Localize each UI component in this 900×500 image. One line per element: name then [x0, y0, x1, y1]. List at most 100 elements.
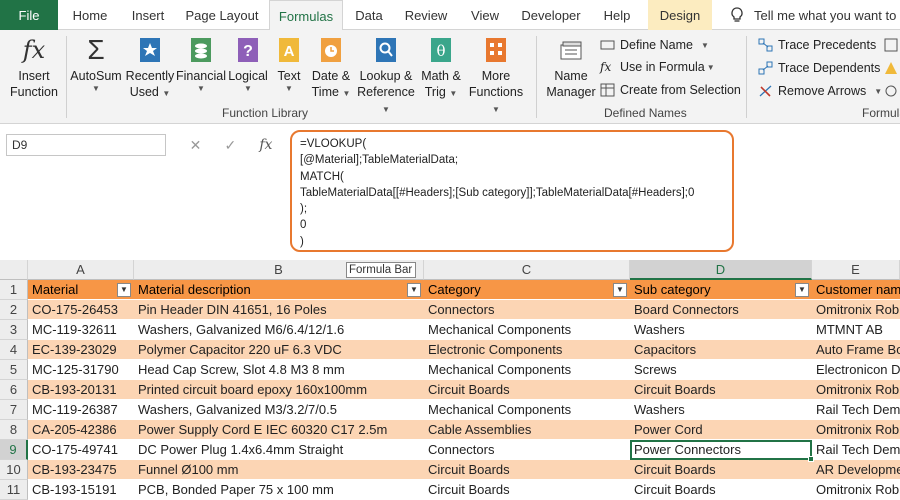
fill-handle[interactable]: [808, 456, 814, 462]
tab-home[interactable]: Home: [60, 0, 120, 30]
table-cell[interactable]: Head Cap Screw, Slot 4.8 M3 8 mm: [134, 360, 424, 380]
table-cell[interactable]: Rail Tech Dema: [812, 440, 900, 460]
table-cell[interactable]: Electronicon De: [812, 360, 900, 380]
table-cell[interactable]: Funnel Ø100 mm: [134, 460, 424, 480]
table-cell[interactable]: Omitronix Rob: [812, 380, 900, 400]
name-box[interactable]: D9: [6, 134, 166, 156]
tab-data[interactable]: Data: [344, 0, 394, 30]
table-cell[interactable]: Mechanical Components: [424, 320, 630, 340]
table-cell[interactable]: Circuit Boards: [630, 480, 812, 500]
table-cell[interactable]: Washers, Galvanized M3/3.2/7/0.5: [134, 400, 424, 420]
filter-dropdown-icon[interactable]: ▼: [613, 283, 627, 297]
select-all-corner[interactable]: [0, 260, 28, 280]
insert-function-button[interactable]: fx Insert Function: [6, 35, 62, 100]
table-cell[interactable]: Connectors: [424, 440, 630, 460]
enter-icon[interactable]: ✓: [224, 137, 236, 154]
row-header[interactable]: 1: [0, 280, 28, 300]
table-header-cell[interactable]: Material description ▼: [134, 280, 424, 300]
tab-file[interactable]: File: [0, 0, 58, 30]
column-header-a[interactable]: A: [28, 260, 134, 280]
filter-dropdown-icon[interactable]: ▼: [407, 283, 421, 297]
define-name-button[interactable]: Define Name ▼: [600, 38, 709, 52]
tab-formulas[interactable]: Formulas: [269, 0, 343, 31]
row-header[interactable]: 9: [0, 440, 28, 460]
table-cell[interactable]: Circuit Boards: [424, 380, 630, 400]
insert-function-icon[interactable]: fx: [259, 137, 272, 153]
tab-insert[interactable]: Insert: [120, 0, 176, 30]
table-cell[interactable]: Circuit Boards: [630, 380, 812, 400]
tab-design[interactable]: Design: [648, 0, 712, 30]
column-header-e[interactable]: E: [812, 260, 900, 280]
text-button[interactable]: A Text ▼: [272, 35, 306, 94]
table-cell[interactable]: Electronic Components: [424, 340, 630, 360]
row-header[interactable]: 4: [0, 340, 28, 360]
financial-button[interactable]: Financial ▼: [174, 35, 228, 94]
table-cell[interactable]: CO-175-49741: [28, 440, 134, 460]
table-cell[interactable]: Printed circuit board epoxy 160x100mm: [134, 380, 424, 400]
table-cell[interactable]: Power Supply Cord E IEC 60320 C17 2.5m: [134, 420, 424, 440]
table-cell[interactable]: Auto Frame Bo: [812, 340, 900, 360]
column-header-c[interactable]: C: [424, 260, 630, 280]
logical-button[interactable]: ? Logical ▼: [227, 35, 269, 94]
formula-input[interactable]: =VLOOKUP( [@Material];TableMaterialData;…: [290, 130, 734, 252]
table-cell[interactable]: AR Developme: [812, 460, 900, 480]
table-cell[interactable]: Washers: [630, 320, 812, 340]
filter-dropdown-icon[interactable]: ▼: [795, 283, 809, 297]
tab-review[interactable]: Review: [394, 0, 458, 30]
active-cell[interactable]: Power Connectors: [630, 440, 812, 460]
table-cell[interactable]: Board Connectors: [630, 300, 812, 320]
table-header-cell[interactable]: Customer nam: [812, 280, 900, 300]
evaluate-formula-icon[interactable]: [884, 84, 900, 98]
table-cell[interactable]: CB-193-15191: [28, 480, 134, 500]
row-header[interactable]: 11: [0, 480, 28, 500]
table-cell[interactable]: CO-175-26453: [28, 300, 134, 320]
autosum-button[interactable]: Σ AutoSum ▼: [68, 35, 124, 94]
row-header[interactable]: 2: [0, 300, 28, 320]
row-header[interactable]: 10: [0, 460, 28, 480]
show-formulas-icon[interactable]: [884, 38, 900, 52]
table-cell[interactable]: Rail Tech Dema: [812, 400, 900, 420]
create-from-selection-button[interactable]: Create from Selection: [600, 83, 741, 97]
math-trig-button[interactable]: θ Math & Trig ▼: [418, 35, 464, 100]
more-functions-button[interactable]: More Functions ▼: [466, 35, 526, 116]
table-cell[interactable]: Polymer Capacitor 220 uF 6.3 VDC: [134, 340, 424, 360]
row-header[interactable]: 5: [0, 360, 28, 380]
name-manager-button[interactable]: Name Manager: [542, 35, 600, 100]
table-cell[interactable]: Connectors: [424, 300, 630, 320]
tab-developer[interactable]: Developer: [512, 0, 590, 30]
table-cell[interactable]: Screws: [630, 360, 812, 380]
table-cell[interactable]: CB-193-23475: [28, 460, 134, 480]
table-cell[interactable]: Washers, Galvanized M6/6.4/12/1.6: [134, 320, 424, 340]
table-cell[interactable]: Omitronix Rob: [812, 480, 900, 500]
table-cell[interactable]: Power Cord: [630, 420, 812, 440]
tab-help[interactable]: Help: [590, 0, 644, 30]
table-cell[interactable]: Omitronix Rob: [812, 420, 900, 440]
filter-dropdown-icon[interactable]: ▼: [117, 283, 131, 297]
date-time-button[interactable]: Date & Time ▼: [308, 35, 354, 100]
row-header[interactable]: 3: [0, 320, 28, 340]
row-header[interactable]: 7: [0, 400, 28, 420]
table-cell[interactable]: Omitronix Rob: [812, 300, 900, 320]
trace-precedents-button[interactable]: Trace Precedents: [758, 38, 876, 52]
table-cell[interactable]: CB-193-20131: [28, 380, 134, 400]
table-header-cell[interactable]: Sub category ▼: [630, 280, 812, 300]
use-in-formula-button[interactable]: fx Use in Formula ▼: [600, 60, 715, 74]
table-cell[interactable]: DC Power Plug 1.4x6.4mm Straight: [134, 440, 424, 460]
table-cell[interactable]: Washers: [630, 400, 812, 420]
table-cell[interactable]: Cable Assemblies: [424, 420, 630, 440]
row-header[interactable]: 6: [0, 380, 28, 400]
remove-arrows-button[interactable]: Remove Arrows ▼: [758, 84, 882, 98]
table-cell[interactable]: MC-125-31790: [28, 360, 134, 380]
table-cell[interactable]: PCB, Bonded Paper 75 x 100 mm: [134, 480, 424, 500]
table-cell[interactable]: Mechanical Components: [424, 360, 630, 380]
table-cell[interactable]: Circuit Boards: [630, 460, 812, 480]
tab-page-layout[interactable]: Page Layout: [176, 0, 268, 30]
recently-used-button[interactable]: Recently Used ▼: [124, 35, 176, 100]
table-header-cell[interactable]: Category ▼: [424, 280, 630, 300]
table-header-cell[interactable]: Material ▼: [28, 280, 134, 300]
table-cell[interactable]: Circuit Boards: [424, 480, 630, 500]
table-cell[interactable]: EC-139-23029: [28, 340, 134, 360]
table-cell[interactable]: MC-119-26387: [28, 400, 134, 420]
table-cell[interactable]: Circuit Boards: [424, 460, 630, 480]
table-cell[interactable]: MTMNT AB: [812, 320, 900, 340]
